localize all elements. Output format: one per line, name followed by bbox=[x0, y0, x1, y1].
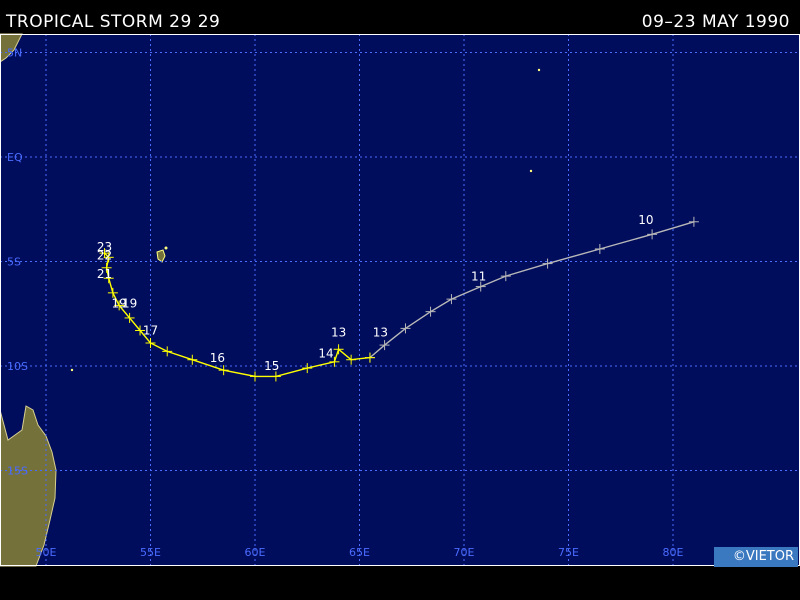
day-label: 15 bbox=[264, 359, 279, 373]
lon-label: 55E bbox=[140, 546, 161, 559]
lon-label: 50E bbox=[36, 546, 57, 559]
day-label: 23 bbox=[97, 240, 112, 254]
maldives-dot bbox=[537, 68, 541, 72]
lat-label: 15S bbox=[7, 465, 28, 478]
track-map: 50E 55E 60E 65E 70E 75E 80E 5N EQ 5S 10S 15S 10 11 13… bbox=[0, 33, 800, 567]
island-dot bbox=[164, 246, 168, 250]
copyright-badge: ©VIETOR bbox=[714, 547, 798, 567]
lat-label: 5S bbox=[7, 256, 21, 269]
lat-label: EQ bbox=[7, 151, 23, 164]
chagos-dot bbox=[529, 169, 533, 173]
island-dot bbox=[70, 368, 74, 372]
day-label: 10 bbox=[638, 213, 653, 227]
day-label: 11 bbox=[471, 269, 486, 283]
lon-label: 70E bbox=[454, 546, 475, 559]
day-label: 16 bbox=[210, 351, 225, 365]
day-label: 19 bbox=[122, 296, 137, 310]
lon-label: 65E bbox=[349, 546, 370, 559]
lon-label: 80E bbox=[663, 546, 684, 559]
lat-label: 5N bbox=[7, 47, 22, 60]
lon-label: 75E bbox=[558, 546, 579, 559]
lon-label: 60E bbox=[245, 546, 266, 559]
day-label: 17 bbox=[143, 324, 158, 338]
day-label: 13 bbox=[373, 326, 388, 340]
day-label: 14 bbox=[318, 347, 333, 361]
day-label: 13 bbox=[331, 326, 346, 340]
lat-label: 10S bbox=[7, 360, 28, 373]
day-label: 21 bbox=[97, 267, 112, 281]
